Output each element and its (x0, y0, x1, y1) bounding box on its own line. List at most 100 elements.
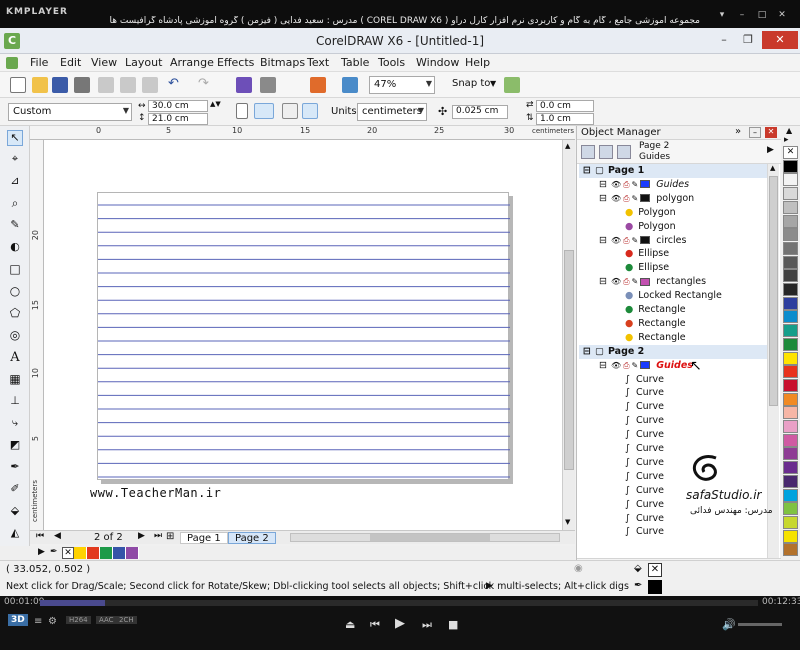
menu-arrange[interactable]: Arrange (170, 56, 214, 69)
menu-window[interactable]: Window (416, 56, 459, 69)
palette-swatch[interactable] (783, 159, 798, 173)
palette-swatch[interactable] (783, 461, 798, 475)
palette-swatch[interactable] (783, 337, 798, 351)
tree-object-row[interactable]: ∫ Curve (579, 428, 767, 442)
palette-swatch[interactable] (87, 547, 100, 559)
page-tab-1[interactable]: Page 1 (180, 532, 228, 544)
expand-icon[interactable]: » (735, 126, 741, 137)
palette-swatch[interactable] (783, 283, 798, 296)
portrait-icon[interactable] (236, 103, 248, 119)
scroll-down-icon[interactable]: ▼ (565, 518, 570, 526)
playlist-icon[interactable]: ≡ (34, 616, 42, 627)
player-pin-icon[interactable]: ▾ (716, 10, 728, 20)
close-button[interactable]: ✕ (762, 31, 798, 49)
menu-help[interactable]: Help (465, 56, 490, 69)
all-pages-icon[interactable] (282, 103, 298, 119)
document-page[interactable] (97, 192, 510, 480)
vertical-ruler[interactable]: 20 15 10 5 centimeters (30, 140, 44, 530)
tree-page-row[interactable]: ⊟ ▢ Page 1 (579, 164, 767, 178)
next-icon[interactable]: ⏭ (422, 618, 432, 632)
visibility-eye-icon[interactable]: 👁 (611, 361, 621, 370)
ellipse-tool-icon[interactable]: ○ (7, 284, 23, 300)
fill-none-swatch[interactable]: ✕ (648, 563, 662, 577)
palette-swatch[interactable] (783, 433, 798, 447)
menu-view[interactable]: View (91, 56, 117, 69)
visibility-eye-icon[interactable]: 👁 (611, 180, 621, 189)
visibility-eye-icon[interactable]: 👁 (611, 277, 621, 286)
current-page-icon[interactable] (302, 103, 318, 119)
menu-file[interactable]: File (30, 56, 48, 69)
undo-icon[interactable]: ↶ (168, 76, 179, 91)
print-toggle-icon[interactable]: ⎙ (623, 180, 629, 189)
tree-object-row[interactable]: ∫ Curve (579, 525, 767, 539)
lock-edit-icon[interactable]: ✎ (632, 277, 639, 286)
first-page-icon[interactable]: ⏮ (36, 531, 44, 541)
palette-swatch[interactable] (100, 547, 113, 559)
curve-icon[interactable]: ∫ (625, 374, 630, 385)
scroll-thumb[interactable] (564, 250, 574, 470)
options-icon[interactable] (504, 77, 520, 93)
seek-bar-remaining[interactable] (105, 600, 758, 606)
play-icon[interactable]: ▶ (395, 616, 405, 631)
units-select[interactable]: centimeters ▼ (357, 103, 427, 121)
tree-object-row[interactable]: ● Polygon (579, 220, 767, 234)
connector-tool-icon[interactable]: ⤷ (7, 416, 23, 432)
curve-icon[interactable]: ∫ (625, 401, 630, 412)
new-document-icon[interactable] (10, 77, 26, 93)
tree-object-row[interactable]: ∫ Curve (579, 386, 767, 400)
lock-edit-icon[interactable]: ✎ (632, 361, 639, 370)
curve-icon[interactable]: ∫ (625, 415, 630, 426)
scroll-up-icon[interactable]: ▲ (770, 164, 775, 172)
print-toggle-icon[interactable]: ⎙ (623, 277, 629, 286)
palette-scroll-up-icon[interactable]: ▲ (786, 126, 792, 135)
player-close-icon[interactable]: ✕ (776, 10, 788, 20)
collapse-icon[interactable]: ⊟ (599, 193, 607, 204)
tree-layer-row[interactable]: ⊟ 👁 ⎙ ✎ Guides (579, 359, 767, 373)
curve-icon[interactable]: ∫ (625, 387, 630, 398)
color-eyedropper-icon[interactable]: ✒ (7, 460, 23, 476)
print-toggle-icon[interactable]: ⎙ (623, 194, 629, 203)
palette-swatch[interactable] (783, 324, 798, 338)
fill-tool-icon[interactable]: ⬙ (7, 504, 23, 520)
hint-arrow-icon[interactable]: ▶ (486, 581, 493, 591)
palette-swatch[interactable] (783, 406, 798, 420)
seek-bar-played[interactable] (40, 600, 105, 606)
collapse-icon[interactable]: ⊟ (583, 346, 591, 357)
publish-pdf-icon[interactable] (310, 77, 326, 93)
landscape-icon[interactable] (254, 103, 274, 119)
palette-swatch[interactable] (783, 173, 798, 187)
table-tool-icon[interactable]: ▦ (7, 372, 23, 388)
visibility-eye-icon[interactable]: 👁 (611, 236, 621, 245)
previous-icon[interactable]: ⏮ (370, 618, 380, 632)
palette-swatch[interactable] (113, 547, 126, 559)
volume-slider[interactable] (738, 623, 782, 626)
palette-swatch[interactable] (783, 241, 798, 255)
spin-arrows-icon[interactable]: ▲▼ (210, 100, 221, 108)
blend-tool-icon[interactable]: ◩ (7, 438, 23, 454)
palette-swatch[interactable] (783, 187, 798, 201)
palette-swatch[interactable] (783, 474, 798, 488)
shape-tool-icon[interactable]: ⌖ (7, 152, 23, 168)
interactive-fill-icon[interactable]: ◭ (7, 526, 23, 542)
page-icon[interactable]: ▢ (595, 165, 604, 176)
collapse-icon[interactable]: ⊟ (599, 360, 607, 371)
close-icon[interactable]: ✕ (765, 127, 777, 138)
vertical-scrollbar[interactable]: ▲ ▼ (562, 140, 575, 530)
collapse-icon[interactable]: ⊟ (583, 165, 591, 176)
curve-icon[interactable]: ∫ (625, 471, 630, 482)
menu-edit[interactable]: Edit (60, 56, 81, 69)
outline-pen-icon[interactable]: ✐ (7, 482, 23, 498)
palette-swatch[interactable] (783, 447, 798, 461)
3d-badge[interactable]: 3D (8, 614, 28, 626)
palette-swatch[interactable] (783, 392, 798, 406)
redo-icon[interactable]: ↷ (198, 76, 209, 91)
duplicate-y-input[interactable]: 1.0 cm (536, 113, 594, 125)
palette-swatch[interactable] (783, 365, 798, 379)
minimize-button[interactable]: – (712, 31, 736, 49)
menu-text[interactable]: Text (307, 56, 329, 69)
page-size-preset-select[interactable]: Custom ▼ (8, 103, 132, 121)
tree-object-row[interactable]: ● Polygon (579, 206, 767, 220)
freehand-tool-icon[interactable]: ✎ (7, 218, 23, 234)
menu-layout[interactable]: Layout (125, 56, 162, 69)
tree-object-row[interactable]: ● Rectangle (579, 331, 767, 345)
